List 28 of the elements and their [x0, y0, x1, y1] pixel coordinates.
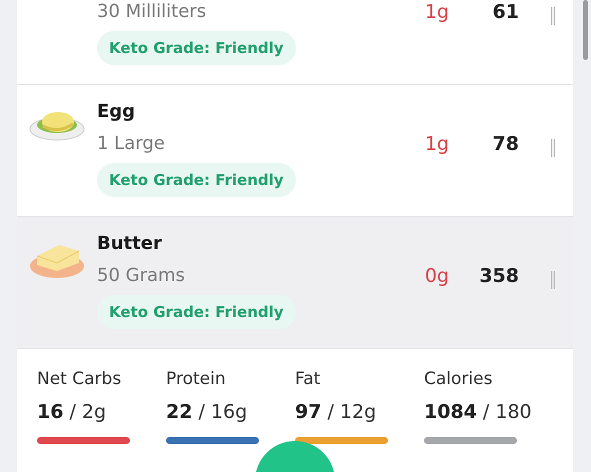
calories-value: 61 — [492, 1, 519, 23]
food-portion: 50 Grams — [97, 265, 186, 286]
food-name: Butter — [97, 233, 163, 256]
drag-handle-icon[interactable] — [551, 271, 555, 289]
macro-value: 16 / 2g — [37, 401, 106, 423]
macro-label: Calories — [424, 369, 492, 389]
macro-label: Net Carbs — [37, 369, 122, 389]
macro-value: 22 / 16g — [166, 401, 248, 423]
food-portion: 30 Milliliters — [97, 1, 208, 22]
drag-handle-icon[interactable] — [551, 7, 555, 25]
calories-value: 78 — [492, 133, 519, 155]
drag-handle-icon[interactable] — [551, 139, 555, 157]
food-row[interactable]: Butter 50 Grams Keto Grade: Friendly 0g 358 — [17, 217, 573, 349]
net-carbs-value: 1g — [424, 133, 449, 155]
net-carbs-value: 1g — [424, 1, 449, 23]
macro-value: 97 / 12g — [295, 401, 376, 423]
calories-value: 358 — [478, 265, 519, 287]
food-portion: 1 Large — [97, 133, 166, 154]
macro-label: Protein — [166, 369, 226, 389]
net-carbs-value: 0g — [424, 265, 449, 287]
food-row[interactable]: 30 Milliliters Keto Grade: Friendly 1g 61 — [17, 0, 573, 85]
scrollbar-thumb[interactable] — [583, 0, 588, 60]
food-name: Egg — [97, 101, 136, 124]
macro-label: Fat — [295, 369, 320, 389]
keto-grade-badge: Keto Grade: Friendly — [97, 31, 296, 65]
keto-grade-badge: Keto Grade: Friendly — [97, 163, 296, 197]
macro-value: 1084 / 180 — [424, 401, 532, 423]
keto-grade-badge: Keto Grade: Friendly — [97, 295, 296, 329]
